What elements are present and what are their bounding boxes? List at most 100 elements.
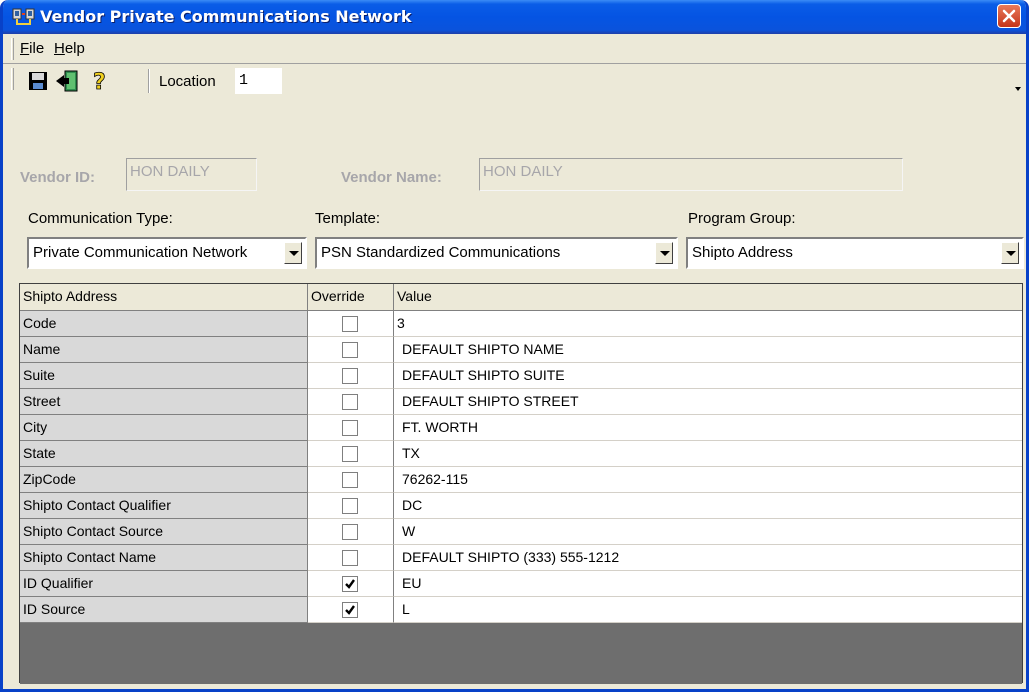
row-override-cell (308, 337, 394, 363)
table-row[interactable]: Name DEFAULT SHIPTO NAME (20, 337, 1022, 363)
override-checkbox[interactable] (342, 550, 358, 566)
svg-text:?: ? (93, 70, 106, 92)
menu-grip[interactable] (11, 38, 14, 60)
chevron-down-icon[interactable] (284, 242, 302, 264)
template-label: Template: (315, 210, 381, 227)
network-app-icon (12, 7, 36, 27)
toolbar-separator (148, 69, 150, 93)
row-field-name[interactable]: ZipCode (20, 467, 308, 493)
row-value[interactable]: DEFAULT SHIPTO (333) 555-1212 (394, 545, 1022, 571)
window-title: Vendor Private Communications Network (40, 7, 412, 26)
override-checkbox[interactable] (342, 446, 358, 462)
row-value[interactable]: W (394, 519, 1022, 545)
row-override-cell (308, 311, 394, 337)
table-row[interactable]: State TX (20, 441, 1022, 467)
vendor-name-label: Vendor Name: (341, 169, 442, 186)
table-row[interactable]: Code 3 (20, 311, 1022, 337)
override-checkbox[interactable] (342, 472, 358, 488)
vendor-name-field: HON DAILY (479, 158, 903, 191)
row-field-name[interactable]: Shipto Contact Source (20, 519, 308, 545)
row-field-name[interactable]: Name (20, 337, 308, 363)
table-row[interactable]: Street DEFAULT SHIPTO STREET (20, 389, 1022, 415)
row-override-cell (308, 545, 394, 571)
table-row[interactable]: Suite DEFAULT SHIPTO SUITE (20, 363, 1022, 389)
row-value[interactable]: FT. WORTH (394, 415, 1022, 441)
row-override-cell (308, 571, 394, 597)
row-field-name[interactable]: Shipto Contact Name (20, 545, 308, 571)
row-override-cell (308, 493, 394, 519)
row-override-cell (308, 363, 394, 389)
communication-type-value: Private Communication Network (33, 244, 248, 261)
app-window: Vendor Private Communications Network Fi… (0, 0, 1029, 692)
row-value[interactable]: DEFAULT SHIPTO STREET (394, 389, 1022, 415)
location-label: Location (159, 73, 216, 90)
row-value[interactable]: 76262-115 (394, 467, 1022, 493)
close-button[interactable] (997, 4, 1021, 28)
row-field-name[interactable]: Suite (20, 363, 308, 389)
override-checkbox[interactable] (342, 368, 358, 384)
row-override-cell (308, 415, 394, 441)
table-row[interactable]: City FT. WORTH (20, 415, 1022, 441)
program-group-value: Shipto Address (692, 244, 793, 261)
vendor-id-label: Vendor ID: (20, 169, 96, 186)
override-checkbox[interactable] (342, 576, 358, 592)
toolbar-grip[interactable] (11, 68, 14, 90)
override-checkbox[interactable] (342, 524, 358, 540)
exit-door-icon[interactable] (55, 70, 81, 92)
row-value[interactable]: L (394, 597, 1022, 623)
menu-help[interactable]: Help (54, 40, 85, 57)
row-value[interactable]: DC (394, 493, 1022, 519)
grid-empty-area (20, 623, 1022, 684)
program-group-label: Program Group: (688, 210, 796, 227)
row-value[interactable]: DEFAULT SHIPTO NAME (394, 337, 1022, 363)
override-checkbox[interactable] (342, 498, 358, 514)
table-row[interactable]: ID Qualifier EU (20, 571, 1022, 597)
table-row[interactable]: Shipto Contact Qualifier DC (20, 493, 1022, 519)
override-checkbox[interactable] (342, 602, 358, 618)
close-icon (1002, 9, 1016, 23)
row-override-cell (308, 389, 394, 415)
row-field-name[interactable]: State (20, 441, 308, 467)
help-question-icon[interactable]: ? (89, 70, 111, 96)
column-header-value[interactable]: Value (394, 284, 1022, 310)
shipto-grid: Shipto Address Override Value Code 3 Name D… (19, 283, 1023, 684)
row-field-name[interactable]: Shipto Contact Qualifier (20, 493, 308, 519)
row-field-name[interactable]: ID Qualifier (20, 571, 308, 597)
override-checkbox[interactable] (342, 420, 358, 436)
override-checkbox[interactable] (342, 342, 358, 358)
column-header-override[interactable]: Override (308, 284, 394, 310)
row-field-name[interactable]: ID Source (20, 597, 308, 623)
row-field-name[interactable]: Street (20, 389, 308, 415)
table-row[interactable]: ID Source L (20, 597, 1022, 623)
title-bar[interactable]: Vendor Private Communications Network (3, 0, 1026, 34)
chevron-down-icon[interactable] (655, 242, 673, 264)
toolbar: ? Location 1 (3, 63, 1026, 97)
communication-type-select[interactable]: Private Communication Network (27, 237, 307, 269)
column-header-name[interactable]: Shipto Address (20, 284, 308, 310)
table-row[interactable]: Shipto Contact Name DEFAULT SHIPTO (333) … (20, 545, 1022, 571)
menu-file[interactable]: File (20, 40, 44, 57)
row-field-name[interactable]: Code (20, 311, 308, 337)
location-input[interactable]: 1 (235, 68, 282, 94)
chevron-down-icon[interactable] (1001, 242, 1019, 264)
communication-type-label: Communication Type: (28, 210, 173, 227)
vendor-id-field: HON DAILY (126, 158, 257, 191)
row-override-cell (308, 597, 394, 623)
row-value[interactable]: DEFAULT SHIPTO SUITE (394, 363, 1022, 389)
template-select[interactable]: PSN Standardized Communications (315, 237, 678, 269)
row-value[interactable]: TX (394, 441, 1022, 467)
table-row[interactable]: Shipto Contact Source W (20, 519, 1022, 545)
save-icon[interactable] (27, 70, 49, 92)
override-checkbox[interactable] (342, 394, 358, 410)
override-checkbox[interactable] (342, 316, 358, 332)
toolbar-overflow-icon[interactable] (1014, 80, 1022, 97)
grid-header: Shipto Address Override Value (20, 284, 1022, 311)
program-group-select[interactable]: Shipto Address (686, 237, 1024, 269)
row-override-cell (308, 519, 394, 545)
row-value[interactable]: EU (394, 571, 1022, 597)
template-value: PSN Standardized Communications (321, 244, 561, 261)
row-field-name[interactable]: City (20, 415, 308, 441)
checkmark-icon (345, 605, 355, 615)
row-value[interactable]: 3 (394, 311, 1022, 337)
table-row[interactable]: ZipCode 76262-115 (20, 467, 1022, 493)
